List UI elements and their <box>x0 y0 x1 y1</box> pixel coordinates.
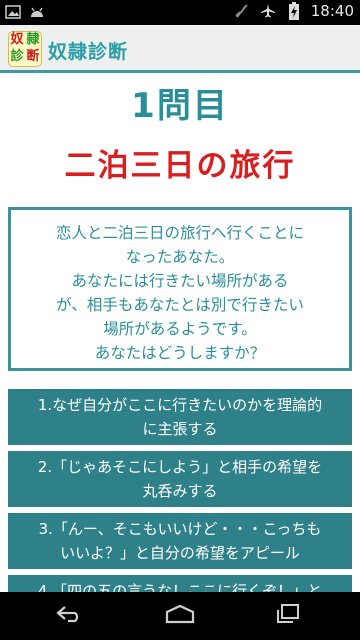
status-bar: 18:40 <box>0 0 360 25</box>
home-button[interactable] <box>160 602 200 630</box>
signal-off-icon <box>233 2 251 20</box>
navigation-bar <box>0 592 360 640</box>
answer-option-2[interactable]: 2.「じゃあそこにしよう」と相手の希望を 丸呑みする <box>8 451 352 507</box>
android-icon <box>28 3 46 21</box>
back-button[interactable] <box>50 602 90 630</box>
back-icon <box>55 605 85 627</box>
recents-button[interactable] <box>268 602 308 630</box>
answer-line: いいよ？」と自分の希望をアピール <box>60 544 300 562</box>
battery-charging-icon <box>285 2 303 20</box>
answer-line: 1.なぜ自分がここに行きたいのかを理論的 <box>37 396 323 414</box>
app-title: 奴隷診断 <box>48 41 129 63</box>
question-line: が、相手もあなたとは別で行きたい <box>56 296 304 314</box>
recents-icon <box>274 603 302 629</box>
clock: 18:40 <box>310 2 354 20</box>
question-line: なったあなた。 <box>125 248 235 266</box>
answer-option-1[interactable]: 1.なぜ自分がここに行きたいのかを理論的 に主張する <box>8 389 352 445</box>
action-bar: 奴 隷 診 断 奴隷診断 <box>0 25 360 73</box>
app-logo-icon: 奴 隷 診 断 <box>8 31 42 67</box>
question-line: 場所があるようです。 <box>103 320 257 338</box>
answer-line: 2.「じゃあそこにしよう」と相手の希望を <box>37 458 323 476</box>
question-text-box: 恋人と二泊三日の旅行へ行くことに なったあなた。 あなたには行きたい場所がある … <box>8 207 352 371</box>
question-number: 1問目 <box>131 86 229 126</box>
question-line: 恋人と二泊三日の旅行へ行くことに <box>55 224 304 242</box>
answer-line: に主張する <box>142 420 218 438</box>
question-line: あなたはどうしますか？ <box>94 344 266 362</box>
question-line: あなたには行きたい場所がある <box>71 272 289 290</box>
answer-line: 3.「んー、そこもいいけど・・・こっちも <box>38 520 322 538</box>
home-icon <box>163 604 197 628</box>
answer-option-3[interactable]: 3.「んー、そこもいいけど・・・こっちも いいよ？」と自分の希望をアピール <box>8 513 352 569</box>
airplane-icon <box>259 2 277 20</box>
question-title: 二泊三日の旅行 <box>64 148 296 184</box>
image-icon <box>4 3 22 21</box>
answer-line: 丸呑みする <box>142 482 218 500</box>
